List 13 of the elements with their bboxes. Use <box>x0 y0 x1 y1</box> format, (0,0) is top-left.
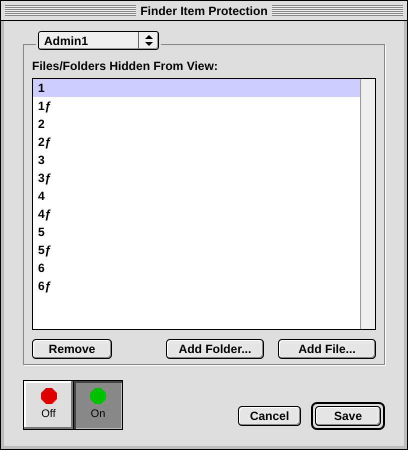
toggle-button[interactable]: On <box>73 381 122 429</box>
default-button[interactable]: Save <box>315 406 381 426</box>
list-button[interactable]: Remove <box>32 339 112 359</box>
scrollbar[interactable] <box>360 79 375 329</box>
window-title: Finder Item Protection <box>140 2 268 20</box>
dialog-button[interactable]: Cancel <box>238 406 301 426</box>
list-label: Files/Folders Hidden From View: <box>32 58 219 75</box>
list-button[interactable]: Add Folder... <box>166 339 264 359</box>
up-down-arrows-icon <box>144 35 152 46</box>
user-popup[interactable]: Admin1 <box>38 31 159 50</box>
list-item[interactable]: 1 <box>33 79 360 97</box>
toggle-button[interactable]: Off <box>24 381 73 429</box>
list-button[interactable]: Add File... <box>278 339 376 359</box>
